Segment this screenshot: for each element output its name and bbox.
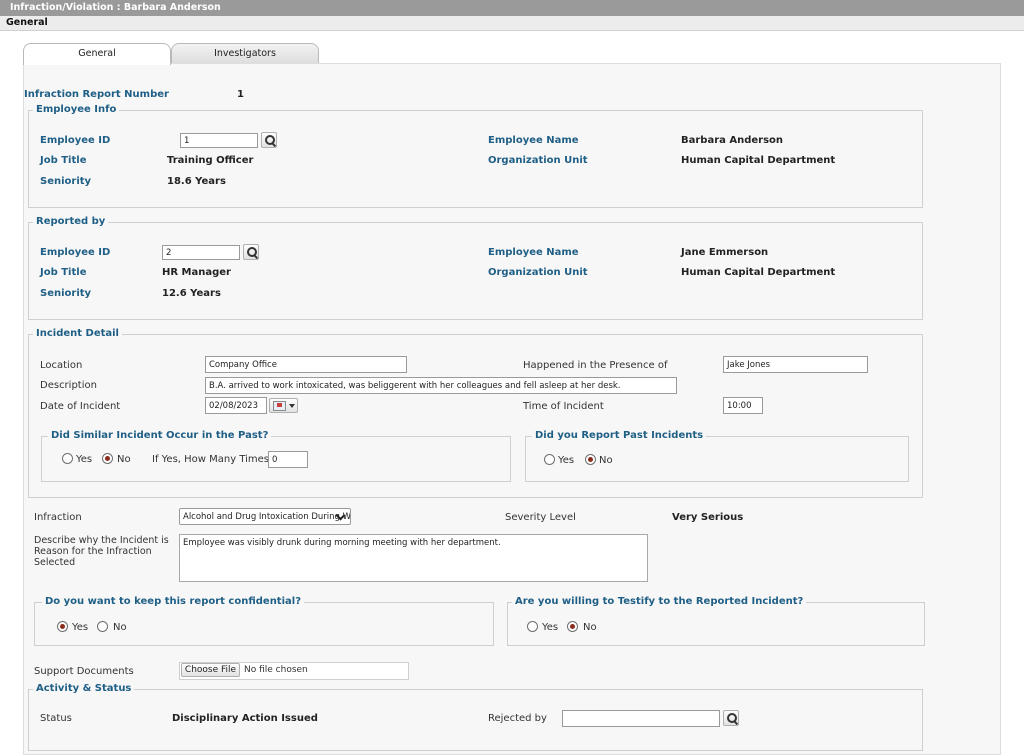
testify-yes-label: Yes <box>542 622 559 633</box>
report-past-section <box>525 436 909 482</box>
rejected-by-input[interactable] <box>562 710 720 727</box>
testify-no-label: No <box>583 622 597 633</box>
reporter-id-label: Employee ID <box>40 247 111 258</box>
rejected-by-label: Rejected by <box>488 713 547 724</box>
reporter-job-title-value: HR Manager <box>162 267 231 278</box>
reason-label: Describe why the Incident is Reason for … <box>34 535 169 568</box>
calendar-button[interactable] <box>269 398 298 413</box>
search-icon <box>265 135 275 145</box>
job-title-value: Training Officer <box>167 155 254 166</box>
reporter-seniority-value: 12.6 Years <box>162 288 221 299</box>
times-input[interactable]: 0 <box>268 451 308 468</box>
employee-id-input[interactable]: 1 <box>180 133 258 148</box>
report-past-yes-label: Yes <box>558 455 575 466</box>
org-unit-value: Human Capital Department <box>681 155 836 166</box>
description-input[interactable]: B.A. arrived to work intoxicated, was be… <box>205 377 677 394</box>
rejected-by-lookup-button[interactable] <box>723 710 739 726</box>
confidential-yes-radio[interactable] <box>57 621 68 632</box>
confidential-no-label: No <box>113 622 127 633</box>
reporter-job-title-label: Job Title <box>40 267 87 278</box>
employee-id-label: Employee ID <box>40 135 111 146</box>
status-label: Status <box>40 713 72 724</box>
choose-file-button[interactable]: Choose File <box>181 663 240 677</box>
employee-name-value: Barbara Anderson <box>681 135 784 146</box>
employee-lookup-button[interactable] <box>261 132 277 148</box>
search-icon <box>727 713 737 723</box>
tab-investigators[interactable]: Investigators <box>171 43 319 64</box>
times-label: If Yes, How Many Times? <box>152 454 275 465</box>
search-icon <box>247 247 257 257</box>
file-status: No file chosen <box>244 665 308 675</box>
calendar-icon <box>273 401 286 411</box>
support-documents-label: Support Documents <box>34 666 134 677</box>
testify-no-radio[interactable] <box>567 621 578 632</box>
similar-incident-legend: Did Similar Incident Occur in the Past? <box>48 430 272 441</box>
testify-legend: Are you willing to Testify to the Report… <box>512 596 807 607</box>
employee-name-label: Employee Name <box>488 135 579 146</box>
infraction-select[interactable]: Alcohol and Drug Intoxication During Wor… <box>179 508 351 525</box>
confidential-no-radio[interactable] <box>97 621 108 632</box>
similar-no-radio[interactable] <box>102 453 113 464</box>
seniority-label: Seniority <box>40 176 92 187</box>
reporter-name-value: Jane Emmerson <box>681 247 769 258</box>
reporter-name-label: Employee Name <box>488 247 579 258</box>
reporter-lookup-button[interactable] <box>243 244 259 260</box>
chevron-down-icon <box>289 404 295 408</box>
section-title: General <box>0 16 1024 31</box>
activity-status-legend: Activity & Status <box>33 683 135 694</box>
similar-yes-label: Yes <box>76 454 93 465</box>
location-input[interactable]: Company Office <box>205 356 407 373</box>
report-past-legend: Did you Report Past Incidents <box>532 430 707 441</box>
testify-yes-radio[interactable] <box>527 621 538 632</box>
date-input[interactable]: 02/08/2023 <box>205 397 267 414</box>
severity-label: Severity Level <box>505 512 576 523</box>
similar-yes-radio[interactable] <box>62 453 73 464</box>
description-label: Description <box>40 380 97 391</box>
confidential-legend: Do you want to keep this report confiden… <box>42 596 304 607</box>
job-title-label: Job Title <box>40 155 87 166</box>
date-label: Date of Incident <box>40 401 121 412</box>
employee-info-legend: Employee Info <box>33 104 120 115</box>
tab-general[interactable]: General <box>23 43 171 65</box>
org-unit-label: Organization Unit <box>488 155 588 166</box>
reported-by-legend: Reported by <box>33 216 109 227</box>
location-label: Location <box>40 360 83 371</box>
report-past-no-radio[interactable] <box>585 454 596 465</box>
reason-textarea[interactable]: Employee was visibly drunk during mornin… <box>179 534 648 582</box>
confidential-yes-label: Yes <box>72 622 89 633</box>
infraction-label: Infraction <box>34 512 82 523</box>
time-input[interactable]: 10:00 <box>723 397 763 414</box>
activity-status-section <box>28 689 923 751</box>
reporter-org-unit-value: Human Capital Department <box>681 267 836 278</box>
presence-label: Happened in the Presence of <box>523 360 668 371</box>
severity-value: Very Serious <box>672 512 744 523</box>
report-number-value: 1 <box>237 89 244 100</box>
report-past-no-label: No <box>599 455 613 466</box>
report-past-yes-radio[interactable] <box>544 454 555 465</box>
presence-input[interactable]: Jake Jones <box>723 356 868 373</box>
reporter-org-unit-label: Organization Unit <box>488 267 588 278</box>
status-value: Disciplinary Action Issued <box>172 713 318 724</box>
incident-detail-legend: Incident Detail <box>33 328 122 339</box>
reporter-seniority-label: Seniority <box>40 288 92 299</box>
similar-no-label: No <box>117 454 131 465</box>
reporter-id-input[interactable]: 2 <box>162 245 240 260</box>
seniority-value: 18.6 Years <box>167 176 226 187</box>
window-title: Infraction/Violation : Barbara Anderson <box>0 0 1024 16</box>
time-label: Time of Incident <box>523 401 604 412</box>
report-number-label: Infraction Report Number <box>24 89 169 100</box>
